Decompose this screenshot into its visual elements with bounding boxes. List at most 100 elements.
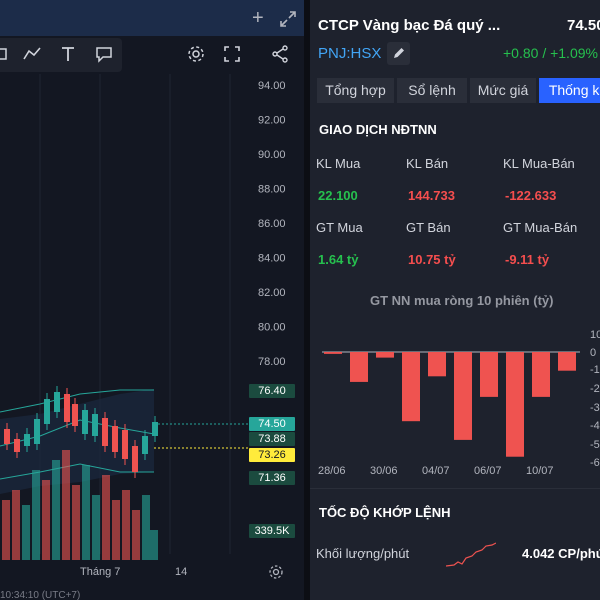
volume-bar (72, 485, 80, 560)
gt-mua-value: 1.64 tỷ (318, 252, 359, 267)
net-y-label: -5 (590, 439, 600, 451)
net-y-label: 0 (590, 347, 596, 359)
net-bar (376, 352, 394, 358)
price-scale-label: 90.00 (258, 149, 286, 161)
price-chart-pane[interactable]: + 94.00 92.00 90.00 88.00 86.00 84.00 82… (0, 0, 304, 600)
tab-so-lenh[interactable]: Sổ lệnh (397, 78, 467, 103)
candle-body (54, 392, 60, 412)
net-x-label: 28/06 (318, 465, 346, 477)
price-scale-label: 86.00 (258, 218, 286, 230)
kl-ban-label: KL Bán (406, 156, 449, 171)
section-divider (310, 488, 600, 489)
candlestick-chart[interactable]: 94.00 92.00 90.00 88.00 86.00 84.00 82.00 80.00… (0, 74, 304, 564)
net-x-label: 04/07 (422, 465, 450, 477)
match-speed-sparkline (446, 542, 496, 567)
kl-mua-value: 22.100 (318, 188, 358, 203)
candle-body (34, 419, 40, 444)
tab-thong-ke[interactable]: Thống kê (539, 78, 600, 103)
x-axis-month-label: Tháng 7 (80, 566, 121, 578)
candle-body (24, 434, 30, 446)
tab-tong-hop[interactable]: Tổng hợp (317, 78, 394, 103)
company-name: CTCP Vàng bạc Đá quý ... (318, 17, 501, 34)
volume-bar (142, 495, 150, 560)
net-bar (402, 352, 420, 422)
net-bar (532, 352, 550, 397)
net-bar (558, 352, 576, 371)
info-tabs: Tổng hợp Sổ lệnh Mức giá Thống kê (317, 78, 600, 103)
price-scale-label: 78.00 (258, 356, 286, 368)
price-change: +0.80 / +1.09% (503, 45, 598, 61)
ticker-symbol[interactable]: PNJ:HSX (318, 45, 381, 62)
net-foreign-bar-chart: 28/06 30/06 04/07 06/07 10/07 10 0 -1 -2 -3 -4 -5 -6 (318, 329, 600, 477)
net-bar (480, 352, 498, 397)
trend-line-tool-icon[interactable] (22, 44, 42, 64)
net-bar (350, 352, 368, 382)
candle-body (92, 414, 98, 436)
volume-bar (42, 480, 50, 560)
candle-body (44, 399, 50, 424)
tab-muc-gia[interactable]: Mức giá (470, 78, 536, 103)
net-y-label: -3 (590, 402, 600, 414)
net-y-label: -4 (590, 420, 600, 432)
kl-mua-label: KL Mua (316, 156, 361, 171)
volume-bar (132, 510, 140, 560)
net-y-label: -2 (590, 383, 600, 395)
edit-symbol-button[interactable] (387, 42, 410, 65)
net-x-label: 30/06 (370, 465, 398, 477)
kl-ban-value: 144.733 (408, 188, 455, 203)
gt-mua-label: GT Mua (316, 220, 363, 235)
kl-net-value: -122.633 (505, 188, 557, 203)
volume-bar (22, 505, 30, 560)
volume-tag: 339.5K (249, 524, 295, 538)
volume-bar (150, 530, 158, 560)
upper-band-price-tag: 76.40 (249, 384, 295, 398)
candle-body (122, 430, 128, 459)
volume-per-minute-label: Khối lượng/phút (316, 546, 410, 561)
candle-body (102, 418, 108, 446)
text-tool-icon[interactable] (58, 44, 78, 64)
kl-net-label: KL Mua-Bán (503, 156, 575, 171)
axis-settings-icon[interactable] (268, 564, 284, 580)
gt-ban-label: GT Bán (406, 220, 451, 235)
price-scale-label: 84.00 (258, 253, 286, 265)
settings-gear-icon[interactable] (186, 44, 206, 64)
pencil-icon (394, 48, 404, 58)
volume-bar (12, 490, 20, 560)
match-speed-title: TỐC ĐỘ KHỚP LỆNH (319, 505, 451, 520)
timezone-strip: 10:34:10 (UTC+7) (0, 590, 81, 600)
add-chart-icon[interactable]: + (252, 8, 264, 28)
candle-body (64, 394, 70, 422)
comment-tool-icon[interactable] (94, 44, 114, 64)
price-scale-label: 88.00 (258, 184, 286, 196)
net-x-label: 10/07 (526, 465, 554, 477)
candle-body (112, 426, 118, 452)
current-price: 74.50 (567, 17, 600, 34)
gt-net-label: GT Mua-Bán (503, 220, 578, 235)
mid-band-price-tag: 73.88 (249, 432, 295, 446)
volume-bar (112, 500, 120, 560)
net-y-label: -6 (590, 457, 600, 469)
expand-icon[interactable] (279, 10, 297, 28)
candle-body (152, 422, 158, 436)
lower-band-price-tag: 71.36 (249, 471, 295, 485)
chart-toolbar (0, 36, 304, 74)
candle-body (14, 439, 20, 452)
price-scale-label: 82.00 (258, 287, 286, 299)
fullscreen-icon[interactable] (222, 44, 242, 64)
stock-info-pane: CTCP Vàng bạc Đá quý ... 74.50 PNJ:HSX +… (310, 0, 600, 600)
net-bar (324, 352, 342, 354)
x-axis-day-label: 14 (175, 566, 188, 578)
volume-per-minute-value: 4.042 CP/phút (522, 546, 600, 561)
gt-net-value: -9.11 tỷ (505, 252, 550, 267)
net-bar (428, 352, 446, 377)
gt-ban-value: 10.75 tỷ (408, 252, 456, 267)
net-bar (454, 352, 472, 440)
candle-body (82, 410, 88, 434)
candle-body (132, 446, 138, 472)
price-scale-label: 94.00 (258, 80, 286, 92)
net-bar (506, 352, 524, 457)
foreign-trading-title: GIAO DỊCH NĐTNN (319, 122, 437, 137)
share-icon[interactable] (270, 44, 290, 64)
net-foreign-chart-title: GT NN mua ròng 10 phiên (tỷ) (370, 293, 554, 308)
shape-tool-icon[interactable] (0, 44, 14, 64)
